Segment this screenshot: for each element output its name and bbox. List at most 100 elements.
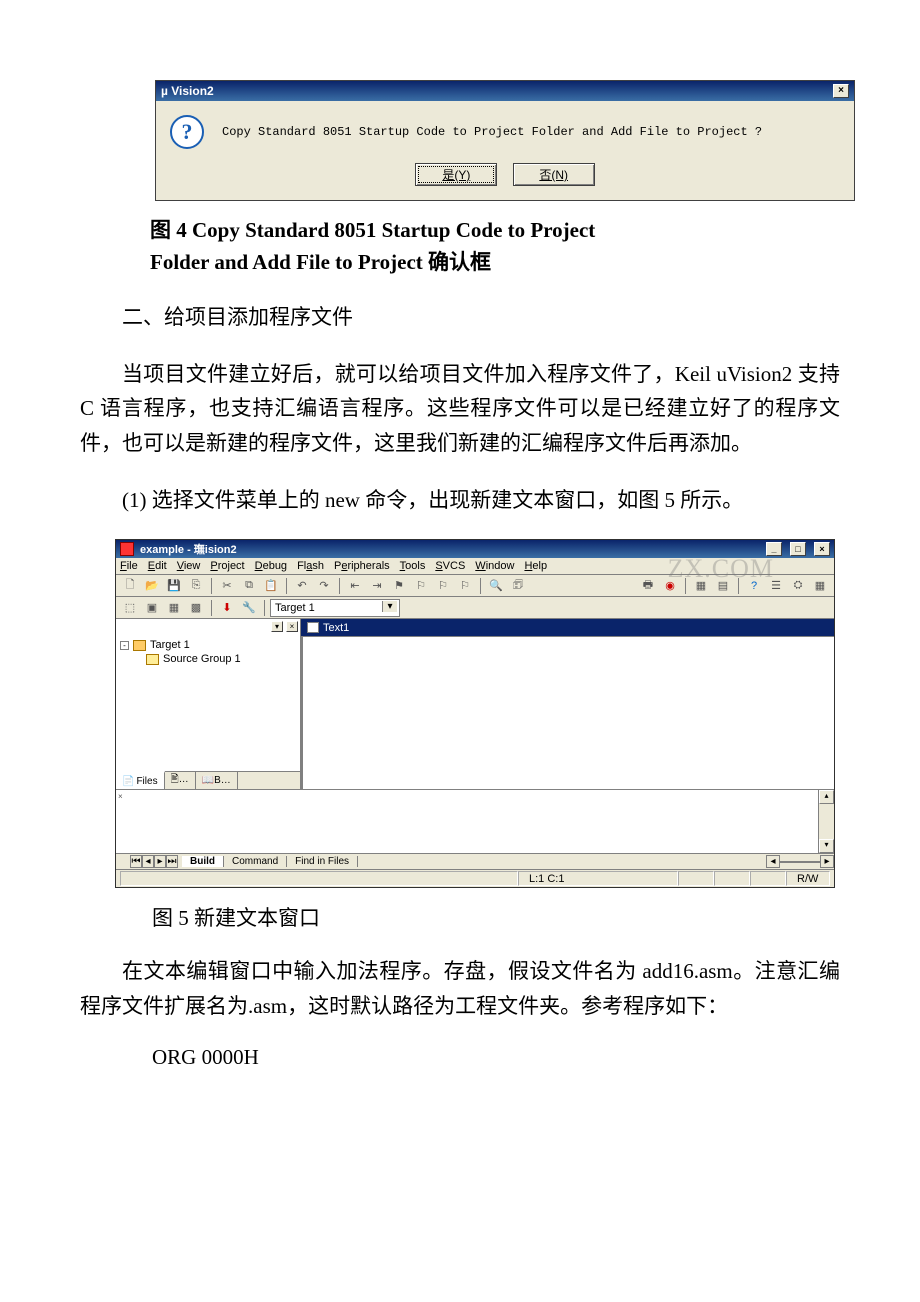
menu-help[interactable]: Help [524, 560, 547, 572]
output-body[interactable] [116, 790, 834, 853]
no-button[interactable]: 否(N) [513, 163, 595, 186]
status-cursor-pos: L:1 C:1 [518, 871, 678, 886]
status-cap [678, 871, 714, 886]
options-icon[interactable]: 🔧 [239, 599, 259, 617]
tab-nav-first-icon[interactable]: ⏮ [130, 855, 142, 868]
menu-debug[interactable]: Debug [255, 560, 287, 572]
bookmark-prev-icon[interactable]: ⚐ [411, 577, 431, 595]
tab-nav-last-icon[interactable]: ⏭ [166, 855, 178, 868]
menu-flash[interactable]: Flash [297, 560, 324, 572]
menu-view[interactable]: View [177, 560, 201, 572]
bookmark-icon[interactable]: ⚑ [389, 577, 409, 595]
editor-tab[interactable]: Text1 [301, 619, 834, 637]
open-file-icon[interactable]: 📂 [142, 577, 162, 595]
scroll-right-icon[interactable]: ▸ [820, 855, 834, 868]
yes-button[interactable]: 是(Y) [415, 163, 497, 186]
maximize-icon[interactable]: □ [790, 542, 806, 556]
question-icon: ? [170, 115, 204, 149]
paragraph-3: 在文本编辑窗口中输入加法程序。存盘，假设文件名为 add16.asm。注意汇编程… [80, 954, 840, 1023]
window-project-icon[interactable]: ▦ [691, 577, 711, 595]
output-tab-find[interactable]: Find in Files [287, 856, 358, 867]
menu-project[interactable]: Project [210, 560, 244, 572]
project-tree[interactable]: - Target 1 Source Group 1 [116, 619, 300, 771]
menu-window[interactable]: Window [475, 560, 514, 572]
output-panel: × ▴ ▾ ⏮ ◂ ▸ ⏭ Build Command Find [116, 789, 834, 869]
close-icon[interactable]: × [814, 542, 830, 556]
scroll-down-icon[interactable]: ▾ [819, 839, 834, 853]
menu-edit[interactable]: Edit [148, 560, 167, 572]
tool-c-icon[interactable]: ▦ [810, 577, 830, 595]
editor-tab-label: Text1 [323, 622, 349, 634]
redo-icon[interactable]: ↷ [314, 577, 334, 595]
ide-statusbar: L:1 C:1 R/W [116, 869, 834, 887]
tab-nav-prev-icon[interactable]: ◂ [142, 855, 154, 868]
output-scrollbar[interactable]: ▴ ▾ [818, 790, 834, 853]
bookmark-next-icon[interactable]: ⚐ [433, 577, 453, 595]
tab-books[interactable]: 📖B… [196, 772, 238, 789]
target-select[interactable]: Target 1 [270, 599, 400, 617]
tab-nav-next-icon[interactable]: ▸ [154, 855, 166, 868]
ide-title-text: example - 璑ision2 [140, 541, 237, 557]
debug-icon[interactable]: ◉ [660, 577, 680, 595]
save-icon[interactable]: 💾 [164, 577, 184, 595]
undo-icon[interactable]: ↶ [292, 577, 312, 595]
ide-toolbar-1: 🗋 📂 💾 ⎘ ✂ ⧉ 📋 ↶ ↷ ⇤ ⇥ ⚑ ⚐ ⚐ ⚐ 🔍 [116, 575, 834, 597]
output-tab-command[interactable]: Command [224, 856, 287, 867]
new-file-icon[interactable]: 🗋 [120, 577, 140, 595]
paragraph-2: (1) 选择文件菜单上的 new 命令，出现新建文本窗口，如图 5 所示。 [80, 483, 840, 518]
status-ovr [750, 871, 786, 886]
dialog-titlebar: µ Vision2 × [156, 81, 854, 101]
cut-icon[interactable]: ✂ [217, 577, 237, 595]
tool-a-icon[interactable]: ☰ [766, 577, 786, 595]
project-panel: ▾ × - Target 1 Source Group 1 [116, 619, 301, 789]
folder-icon [133, 640, 146, 651]
output-tab-build[interactable]: Build [182, 856, 224, 867]
tree-child-item[interactable]: Source Group 1 [146, 653, 296, 665]
build-all-icon[interactable]: ▩ [186, 599, 206, 617]
expand-icon[interactable]: - [120, 641, 129, 650]
tree-root-label: Target 1 [150, 639, 190, 651]
scroll-left-icon[interactable]: ◂ [766, 855, 780, 868]
indent-right-icon[interactable]: ⇥ [367, 577, 387, 595]
tab-regs[interactable]: 🖹… [165, 772, 196, 789]
window-output-icon[interactable]: ▤ [713, 577, 733, 595]
text-editor[interactable] [301, 637, 834, 789]
find-in-files-icon[interactable]: 🗊 [508, 577, 528, 595]
indent-left-icon[interactable]: ⇤ [345, 577, 365, 595]
save-all-icon[interactable]: ⎘ [186, 577, 206, 595]
status-num [714, 871, 750, 886]
dialog-window: µ Vision2 × ? Copy Standard 8051 Startup… [155, 80, 855, 201]
download-icon[interactable]: ⬇ [217, 599, 237, 617]
bookmark-clear-icon[interactable]: ⚐ [455, 577, 475, 595]
print-icon[interactable]: 🖶 [638, 577, 658, 595]
tree-root-item[interactable]: - Target 1 [120, 639, 296, 651]
tab-files[interactable]: 📄 Files [116, 771, 165, 789]
rebuild-icon[interactable]: ▦ [164, 599, 184, 617]
ide-client-area: ▾ × - Target 1 Source Group 1 [116, 619, 834, 789]
menu-svcs[interactable]: SVCS [435, 560, 465, 572]
menu-peripherals[interactable]: Peripherals [334, 560, 390, 572]
minimize-icon[interactable]: _ [766, 542, 782, 556]
menu-file[interactable]: File [120, 560, 138, 572]
status-rw: R/W [786, 871, 830, 886]
menu-tools[interactable]: Tools [400, 560, 426, 572]
paragraph-1: 当项目文件建立好后，就可以给项目文件加入程序文件了，Keil uVision2 … [80, 357, 840, 461]
figure-4-caption: 图 4 Copy Standard 8051 Startup Code to P… [150, 215, 840, 278]
panel-float-icon[interactable]: ▾ [271, 621, 283, 632]
build-icon[interactable]: ▣ [142, 599, 162, 617]
panel-close-icon[interactable]: × [286, 621, 298, 632]
ide-menubar: File Edit View Project Debug Flash Perip… [116, 558, 834, 575]
help-icon[interactable]: ? [744, 577, 764, 595]
output-tabs: ⏮ ◂ ▸ ⏭ Build Command Find in Files ◂ ▸ [116, 853, 834, 869]
build-target-icon[interactable]: ⬚ [120, 599, 140, 617]
dialog-message: Copy Standard 8051 Startup Code to Proje… [222, 125, 840, 139]
scroll-up-icon[interactable]: ▴ [819, 790, 834, 804]
paste-icon[interactable]: 📋 [261, 577, 281, 595]
section-2-heading: 二、给项目添加程序文件 [80, 300, 840, 335]
tool-b-icon[interactable]: ⛭ [788, 577, 808, 595]
close-icon[interactable]: × [833, 84, 849, 98]
find-icon[interactable]: 🔍 [486, 577, 506, 595]
code-line-1: ORG 0000H [152, 1045, 840, 1070]
panel-close-icon[interactable]: × [118, 792, 126, 800]
copy-icon[interactable]: ⧉ [239, 577, 259, 595]
